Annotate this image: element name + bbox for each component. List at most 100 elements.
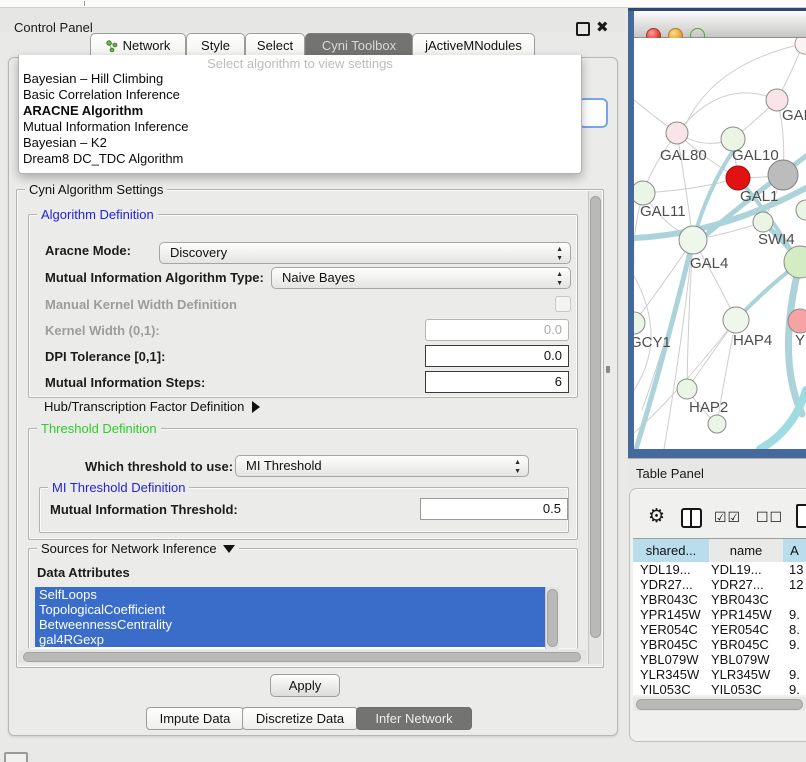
algorithm-option[interactable]: ARACNE Algorithm bbox=[21, 103, 579, 119]
table-row[interactable]: YIL053CYIL053C9. bbox=[633, 682, 806, 695]
attributes-scrollbar-thumb[interactable] bbox=[547, 589, 558, 647]
minimized-panel-icon[interactable] bbox=[4, 752, 28, 762]
table-cell: YBR045C bbox=[711, 637, 783, 652]
close-icon[interactable]: ✖ bbox=[596, 18, 609, 36]
table-cell: 8. bbox=[789, 622, 806, 637]
attribute-item[interactable]: gal4RGexp bbox=[35, 632, 545, 647]
table-cell: YBR043C bbox=[711, 592, 783, 607]
dpi-tolerance-label: DPI Tolerance [0,1]: bbox=[45, 349, 165, 364]
attribute-item[interactable]: TopologicalCoefficient bbox=[35, 602, 545, 617]
settings-vertical-scrollbar-thumb[interactable] bbox=[590, 196, 601, 638]
network-node-gal4[interactable] bbox=[679, 226, 707, 254]
algorithm-combo-focus-ring[interactable] bbox=[578, 98, 608, 128]
combo-arrows-icon: ▲▼ bbox=[556, 268, 563, 290]
table-cell bbox=[789, 652, 806, 667]
node-label: GAL11 bbox=[640, 203, 686, 220]
attribute-item[interactable]: BetweennessCentrality bbox=[35, 617, 545, 632]
which-threshold-combo[interactable]: MI Threshold ▲▼ bbox=[235, 455, 529, 477]
algorithm-definition-title: Algorithm Definition bbox=[37, 207, 158, 222]
network-node-gal80[interactable] bbox=[666, 122, 688, 144]
manual-kernel-checkbox[interactable] bbox=[555, 296, 571, 312]
table-row[interactable]: YER054CYER054C8. bbox=[633, 622, 806, 637]
algorithm-option[interactable]: Bayesian – Hill Climbing bbox=[21, 71, 579, 87]
document-icon[interactable] bbox=[796, 504, 806, 528]
mi-steps-label: Mutual Information Steps: bbox=[45, 375, 205, 390]
algorithm-option[interactable]: Bayesian – K2 bbox=[21, 135, 579, 151]
table-row[interactable]: YLR345WYLR345W9. bbox=[633, 667, 806, 682]
threshold-definition-title: Threshold Definition bbox=[37, 421, 161, 436]
deselect-all-icon[interactable]: ☐☐ bbox=[756, 509, 783, 526]
tab-label: Cyni Toolbox bbox=[322, 38, 396, 53]
table-row[interactable]: YDL19...YDL19...13 bbox=[633, 562, 806, 577]
attributes-scrollbar[interactable] bbox=[545, 587, 559, 649]
table-row[interactable]: YBR043CYBR043C bbox=[633, 592, 806, 607]
threshold-definition-group: Threshold Definition Which threshold to … bbox=[28, 428, 578, 540]
network-node-swi4[interactable] bbox=[753, 212, 773, 232]
mi-threshold-field[interactable]: 0.5 bbox=[420, 498, 568, 520]
aracne-mode-combo[interactable]: Discovery ▲▼ bbox=[159, 242, 571, 264]
column-header-shared[interactable]: shared... bbox=[633, 538, 710, 563]
table-cell bbox=[789, 592, 806, 607]
column-header-A[interactable]: A bbox=[783, 538, 806, 563]
select-all-icon[interactable]: ☑☑ bbox=[714, 509, 741, 526]
network-window-titlebar[interactable] bbox=[634, 11, 806, 38]
table-row[interactable]: YDR27...YDR27...12 bbox=[633, 577, 806, 592]
network-node-gal11[interactable] bbox=[634, 181, 655, 205]
settings-horizontal-scrollbar[interactable] bbox=[18, 650, 586, 663]
attribute-item[interactable]: SelfLoops bbox=[35, 587, 545, 602]
mi-type-combo[interactable]: Naive Bayes ▲▼ bbox=[271, 267, 571, 289]
kernel-width-field[interactable]: 0.0 bbox=[425, 319, 569, 341]
table-cell: YLR345W bbox=[711, 667, 783, 682]
network-canvas[interactable]: GALGAL80GAL10GAL1GAL11SWI4GAL4GCY1HAP4YH… bbox=[634, 38, 806, 449]
algorithm-option[interactable]: Basic Correlation Inference bbox=[21, 87, 579, 103]
aracne-mode-value: Discovery bbox=[170, 245, 227, 260]
split-columns-icon[interactable] bbox=[681, 508, 702, 528]
settings-horizontal-scrollbar-thumb[interactable] bbox=[23, 652, 581, 662]
column-header-name[interactable]: name bbox=[709, 538, 784, 563]
tab-infer-network[interactable]: Infer Network bbox=[356, 707, 472, 730]
apply-button[interactable]: Apply bbox=[270, 674, 340, 697]
dpi-tolerance-field[interactable]: 0.0 bbox=[425, 345, 569, 367]
sources-title-row[interactable]: Sources for Network Inference bbox=[37, 541, 239, 556]
tab-impute-data[interactable]: Impute Data bbox=[146, 707, 244, 730]
table-settings-gear-icon[interactable]: ⚙ bbox=[648, 505, 665, 528]
node-label: HAP2 bbox=[689, 399, 728, 416]
collapsed-arrow-icon bbox=[252, 401, 260, 413]
stage: Control Panel ✖ NetworkStyleSelectCyni T… bbox=[0, 0, 806, 762]
network-node[interactable] bbox=[796, 200, 806, 220]
network-node-hap4[interactable] bbox=[723, 307, 749, 333]
app-top-strip bbox=[0, 0, 806, 8]
network-node-gal1[interactable] bbox=[726, 166, 750, 190]
node-label: GAL4 bbox=[690, 255, 728, 272]
table-horizontal-scrollbar[interactable] bbox=[633, 697, 806, 711]
algorithm-dropdown-prompt: Select algorithm to view settings bbox=[19, 56, 581, 71]
table-row[interactable]: YBR045CYBR045C9. bbox=[633, 637, 806, 652]
top-strip-tick bbox=[84, 1, 85, 6]
node-label: GAL80 bbox=[660, 147, 707, 164]
settings-vertical-scrollbar[interactable] bbox=[588, 191, 602, 664]
table-horizontal-scrollbar-thumb[interactable] bbox=[636, 699, 803, 710]
table-cell: YIL053C bbox=[711, 682, 783, 695]
float-window-icon[interactable] bbox=[576, 22, 590, 36]
mi-steps-field[interactable]: 6 bbox=[425, 371, 569, 393]
algorithm-option[interactable]: Dream8 DC_TDC Algorithm bbox=[21, 151, 579, 167]
tab-discretize-data[interactable]: Discretize Data bbox=[242, 707, 358, 730]
node-label: GCY1 bbox=[634, 334, 671, 351]
network-node-hap2[interactable] bbox=[677, 379, 697, 399]
table-cell: 13 bbox=[789, 562, 806, 577]
table-row[interactable]: YPR145WYPR145W9. bbox=[633, 607, 806, 622]
table-panel-title: Table Panel bbox=[636, 466, 704, 481]
network-node[interactable] bbox=[708, 415, 726, 433]
data-attributes-label: Data Attributes bbox=[37, 565, 130, 580]
hub-definition-label: Hub/Transcription Factor Definition bbox=[44, 399, 244, 414]
algorithm-option[interactable]: Mutual Information Inference bbox=[21, 119, 579, 135]
table-cell: YDR27... bbox=[711, 577, 783, 592]
network-node[interactable] bbox=[768, 160, 798, 190]
table-row[interactable]: YBL079WYBL079W bbox=[633, 652, 806, 667]
sources-group: Sources for Network Inference Data Attri… bbox=[28, 548, 578, 649]
hub-definition-toggle[interactable]: Hub/Transcription Factor Definition bbox=[44, 399, 260, 414]
network-node-gcy1[interactable] bbox=[634, 312, 645, 334]
splitter-handle[interactable] bbox=[606, 366, 610, 373]
network-node[interactable] bbox=[795, 38, 806, 54]
table-cell: YER054C bbox=[711, 622, 783, 637]
